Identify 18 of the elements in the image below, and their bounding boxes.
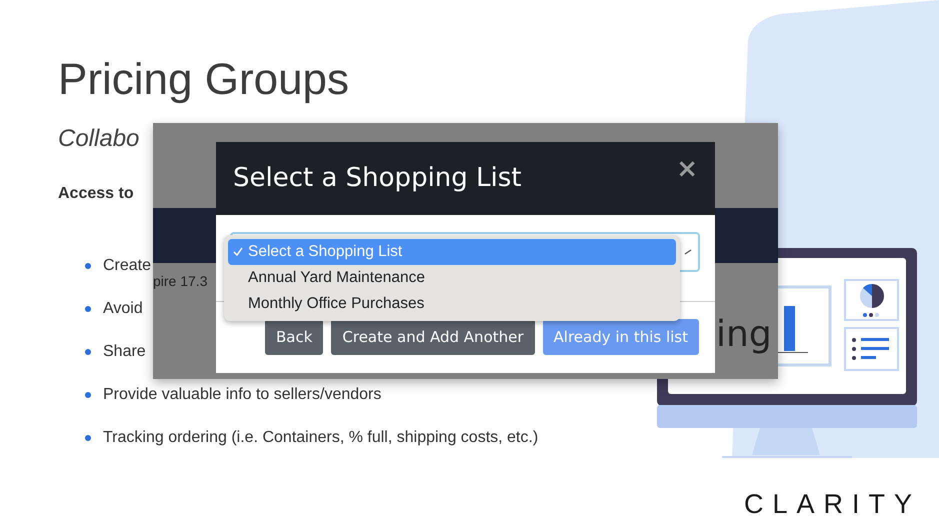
bullet-text: Share — [103, 342, 146, 362]
background-text: pire 17.3 — [153, 272, 208, 291]
logo: CLARITY — [744, 488, 922, 520]
bullet-text: Create — [103, 256, 152, 276]
bullet-text: Avoid — [103, 299, 143, 319]
slide-title: Pricing Groups — [58, 54, 350, 106]
bullet-text: Tracking ordering (i.e. Containers, % full, shipping costs, etc.) — [103, 428, 538, 448]
dropdown-option[interactable]: Monthly Office Purchases — [228, 291, 676, 317]
dialog-button[interactable]: Create and Add Another — [331, 319, 535, 355]
modal-title: Select a Shopping List — [233, 162, 522, 195]
dialog-button[interactable]: Back — [264, 319, 324, 355]
bullet-text: Provide valuable info to sellers/vendors — [103, 385, 382, 405]
close-button[interactable]: × — [676, 150, 698, 189]
dropdown-option[interactable]: Annual Yard Maintenance — [228, 265, 676, 291]
dropdown-option[interactable]: Select a Shopping List — [228, 239, 676, 265]
section-heading: Access to — [58, 184, 134, 204]
slide-subtitle: Collabo — [58, 124, 140, 154]
background-text: ing — [716, 313, 772, 357]
